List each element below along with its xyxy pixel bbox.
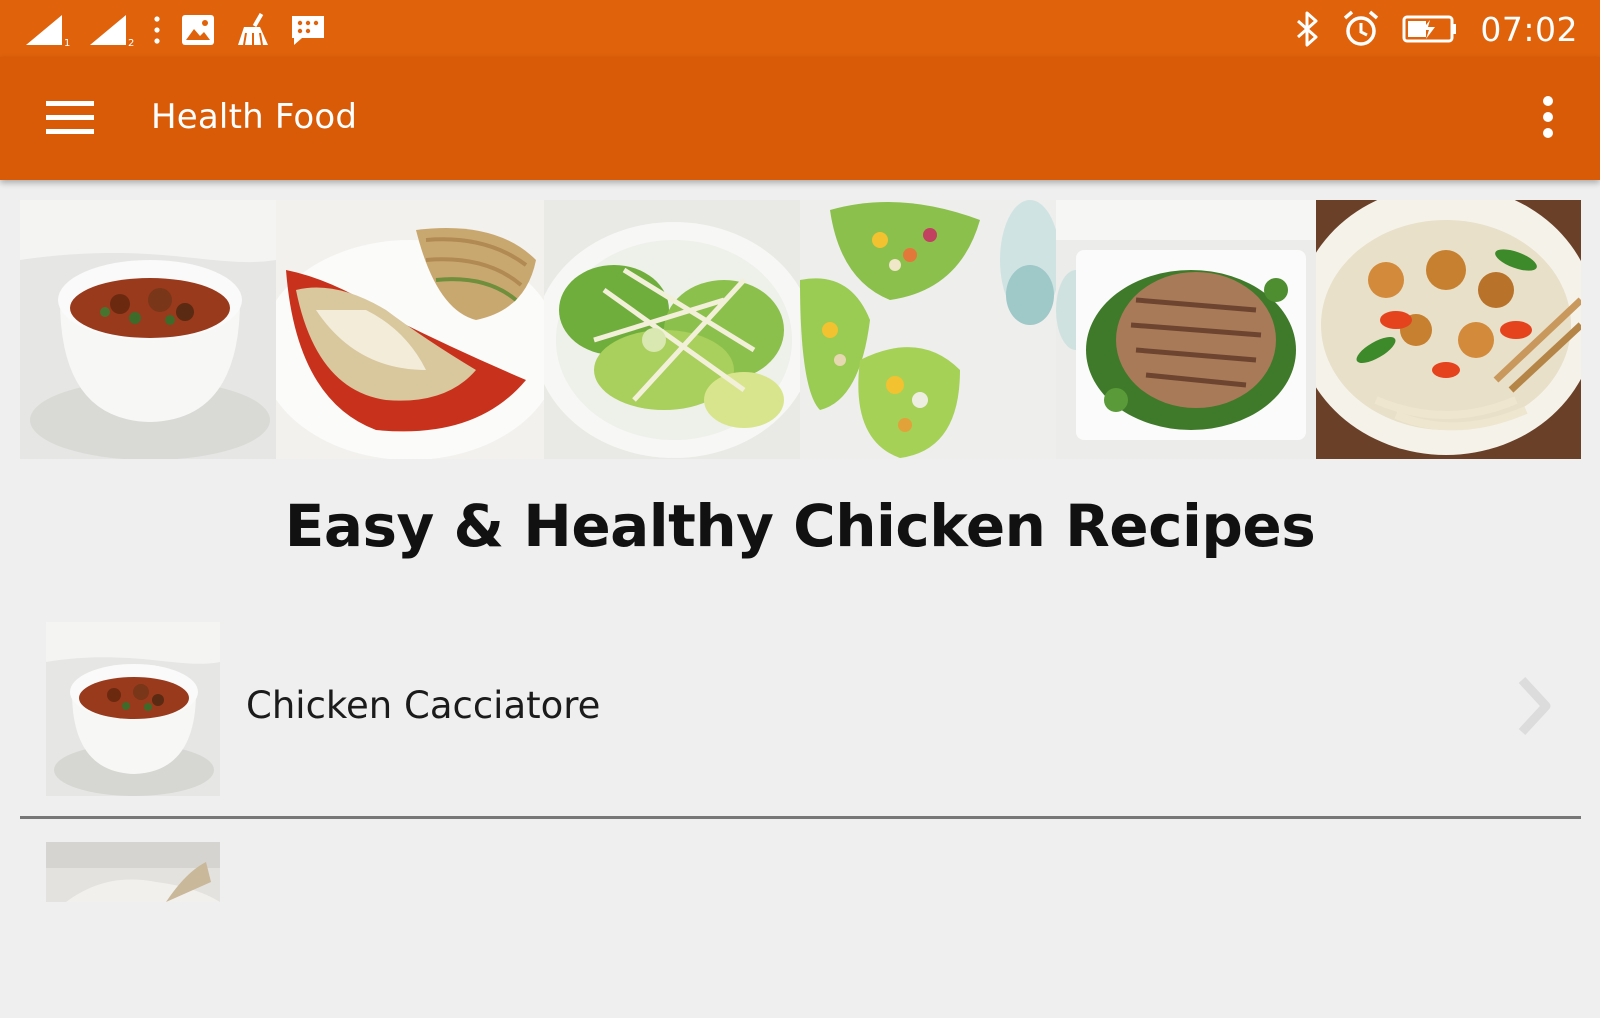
banner-image-chicken-soup: [20, 200, 276, 459]
recipe-list-item[interactable]: Chicken Cacciatore: [0, 618, 1600, 819]
battery-charging-icon: [1402, 14, 1458, 44]
hero-banner: [20, 200, 1581, 459]
cleaner-icon: [234, 13, 272, 47]
more-notifications-icon: [152, 14, 162, 46]
section-heading: Easy & Healthy Chicken Recipes: [284, 492, 1316, 560]
signal-sim1-icon: 1: [24, 13, 70, 47]
status-right-icons: 07:02: [1294, 8, 1578, 50]
alarm-icon: [1342, 10, 1380, 48]
banner-image-green-salad: [544, 200, 800, 459]
status-time: 07:02: [1480, 9, 1578, 49]
signal-sim2-icon: 2: [88, 13, 134, 47]
chevron-right-icon: [1514, 676, 1554, 736]
overflow-menu-button[interactable]: [1522, 87, 1574, 151]
banner-image-grilled-chicken: [1056, 200, 1316, 459]
more-vert-icon: [1542, 95, 1554, 144]
hamburger-menu-button[interactable]: [30, 87, 110, 151]
app-toolbar: Health Food: [0, 57, 1600, 180]
banner-image-chicken-parmesan: [276, 200, 544, 459]
message-icon: [290, 13, 326, 47]
image-icon: [180, 13, 216, 47]
recipe-list: Chicken Cacciatore: [0, 618, 1600, 1018]
banner-image-lettuce-wraps: [800, 200, 1056, 459]
svg-text:1: 1: [64, 38, 70, 47]
recipe-name: Chicken Cacciatore: [246, 684, 601, 727]
status-bar: 1 2 07:02: [0, 0, 1600, 57]
toolbar-title: Health Food: [151, 97, 358, 137]
status-left-icons: 1 2: [24, 10, 326, 50]
banner-image-chicken-stir-fry: [1316, 200, 1581, 459]
recipe-list-item[interactable]: [0, 818, 1600, 1018]
bluetooth-icon: [1294, 11, 1320, 47]
svg-text:2: 2: [128, 38, 134, 47]
hamburger-menu-icon: [46, 99, 94, 140]
recipe-thumbnail: [46, 842, 220, 902]
recipe-thumbnail: [46, 622, 220, 796]
